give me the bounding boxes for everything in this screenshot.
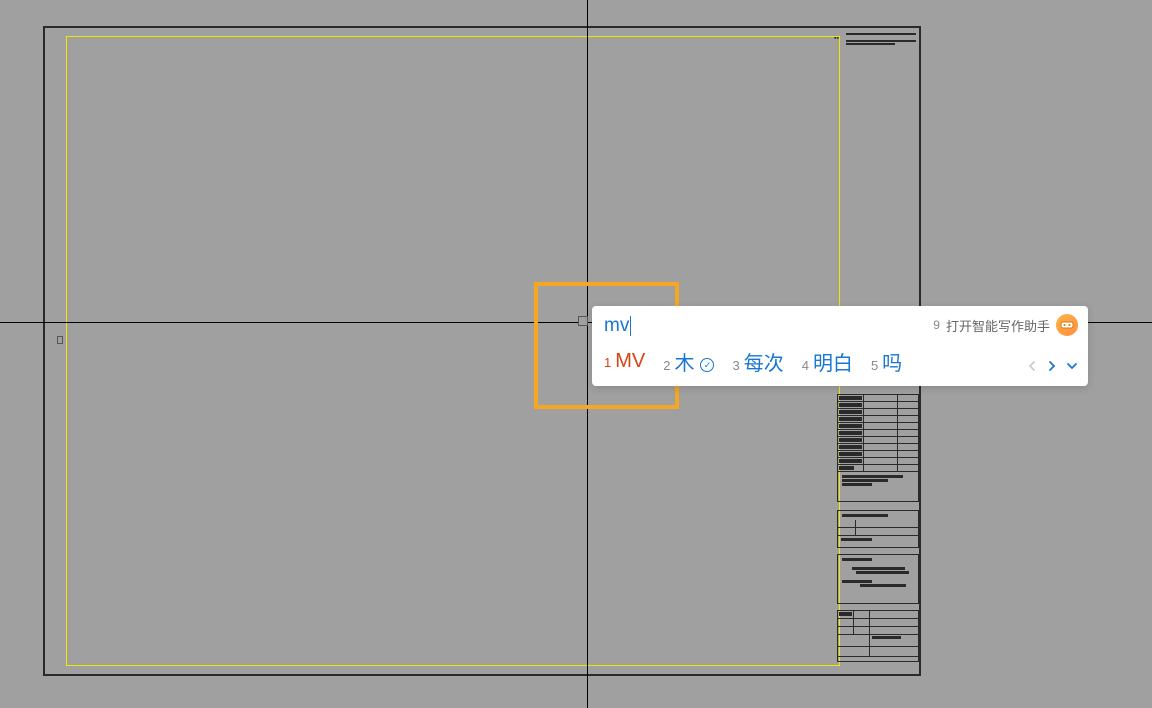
ime-candidate-5[interactable]: 5 吗	[871, 347, 902, 376]
ime-candidate-list: 1 MV 2 木 ✓ 3 每次 4 明白 5 吗	[592, 342, 1088, 384]
left-marker	[57, 336, 63, 344]
assistant-icon	[1056, 314, 1078, 336]
ime-candidate-3[interactable]: 3 每次	[732, 347, 783, 376]
assistant-shortcut-num: 9	[933, 318, 940, 332]
ime-dropdown-icon[interactable]	[1064, 356, 1080, 376]
ime-assistant-button[interactable]: 9 打开智能写作助手	[933, 314, 1078, 336]
title-block-header: ▪▪	[846, 33, 916, 55]
ime-next-page-icon[interactable]	[1044, 356, 1060, 376]
cloud-check-icon: ✓	[700, 358, 714, 372]
ime-candidate-2[interactable]: 2 木 ✓	[663, 347, 714, 376]
ime-candidate-panel[interactable]: mv 9 打开智能写作助手 1 MV 2 木 ✓ 3 每次 4 明白 5	[592, 306, 1088, 386]
ime-candidate-1[interactable]: 1 MV	[604, 350, 645, 373]
ime-prev-page-icon[interactable]	[1024, 356, 1040, 376]
assistant-label: 打开智能写作助手	[946, 316, 1050, 335]
ime-input-text: mv	[604, 315, 631, 337]
drawing-title-block	[837, 394, 919, 670]
ime-candidate-4[interactable]: 4 明白	[802, 347, 853, 376]
